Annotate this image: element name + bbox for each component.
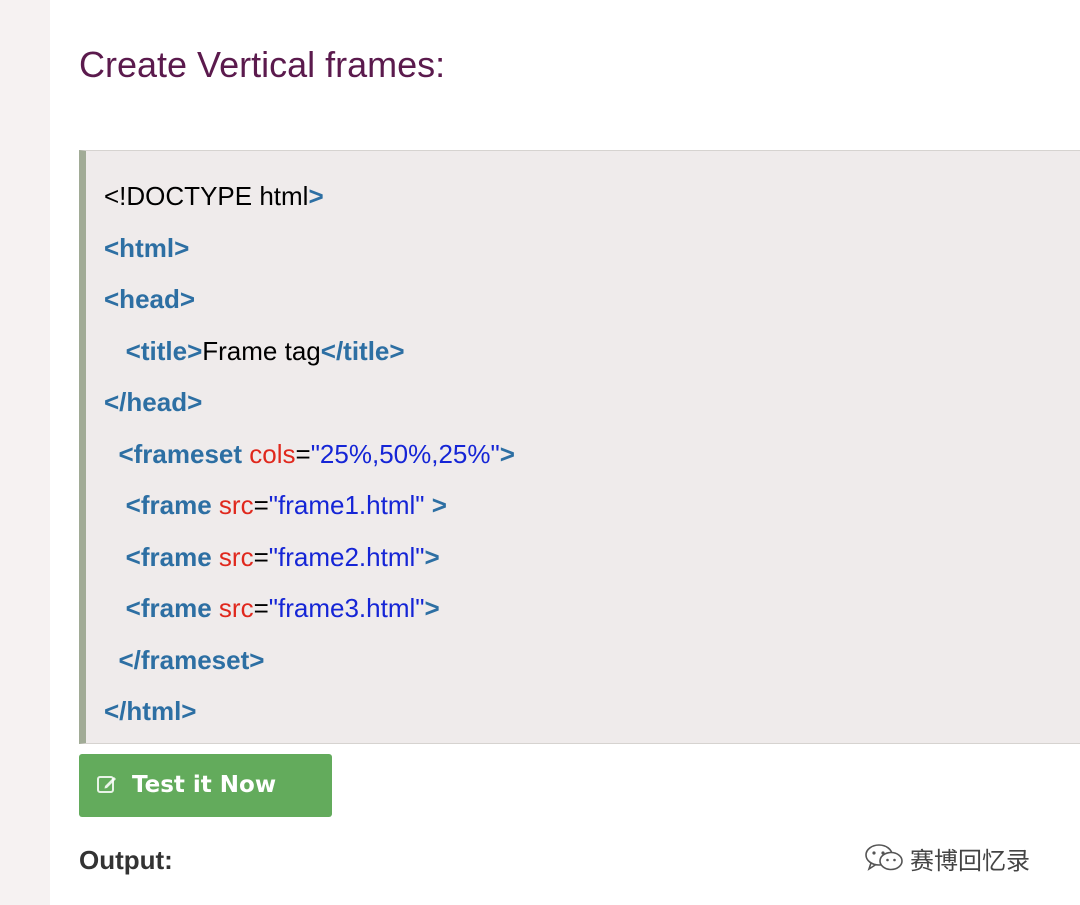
watermark: 赛博回忆录 — [864, 840, 1030, 876]
code-token: > — [308, 181, 324, 211]
code-token: </head> — [104, 387, 203, 417]
code-token: </html> — [104, 696, 197, 726]
section-heading: Create Vertical frames: — [79, 44, 446, 85]
code-token: "frame1.html" — [268, 490, 425, 520]
code-token: <html> — [104, 232, 190, 263]
code-token: <head> — [104, 284, 196, 314]
code-token: <frameset — [118, 438, 243, 469]
code-line: <!DOCTYPE html> — [104, 171, 324, 222]
output-heading: Output: — [79, 845, 173, 875]
code-token: <frame — [125, 541, 212, 572]
wechat-icon — [865, 844, 903, 871]
code-token: <frame — [125, 490, 212, 520]
code-line: <html> — [104, 223, 189, 274]
watermark-text: 赛博回忆录 — [910, 846, 1030, 875]
code-token: src — [218, 541, 254, 572]
code-token: > — [431, 490, 447, 520]
code-token: = — [253, 541, 269, 572]
left-sidebar-rail — [0, 0, 50, 905]
code-token: > — [499, 438, 515, 469]
code-token: Frame tag — [202, 335, 321, 366]
code-token: src — [218, 593, 254, 623]
code-token: "25%,50%,25%" — [310, 438, 500, 469]
code-token: <frame — [125, 593, 212, 623]
code-line: <frame src="frame3.html"> — [104, 583, 440, 634]
code-token: cols — [249, 438, 296, 469]
code-line: <frameset cols="25%,50%,25%"> — [104, 429, 515, 480]
code-token: = — [295, 438, 311, 469]
code-line: <frame src="frame2.html"> — [104, 532, 440, 583]
code-example-block: <!DOCTYPE html> <html> <head> <title>Frame… — [79, 150, 1080, 744]
code-token: = — [253, 490, 269, 520]
code-token: </frameset> — [118, 644, 265, 675]
code-line: </html> — [104, 686, 196, 737]
code-token: "frame3.html" — [268, 593, 425, 623]
edit-icon — [97, 776, 116, 793]
code-token: = — [253, 593, 269, 623]
code-line: <frame src="frame1.html" > — [104, 480, 447, 531]
code-line: </head> — [104, 377, 202, 428]
code-token: </title> — [320, 335, 405, 366]
code-token: "frame2.html" — [268, 541, 425, 572]
code-line: <title>Frame tag</title> — [104, 326, 405, 377]
test-it-now-label: Test it Now — [132, 772, 277, 798]
code-token: > — [424, 541, 440, 572]
code-token: <title> — [125, 335, 203, 366]
code-token: <!DOCTYPE html — [104, 181, 309, 211]
code-token: > — [424, 593, 440, 623]
code-token: src — [218, 490, 254, 520]
code-line: <head> — [104, 274, 195, 325]
code-line: </frameset> — [104, 635, 264, 686]
test-it-now-button[interactable]: Test it Now — [79, 754, 332, 817]
